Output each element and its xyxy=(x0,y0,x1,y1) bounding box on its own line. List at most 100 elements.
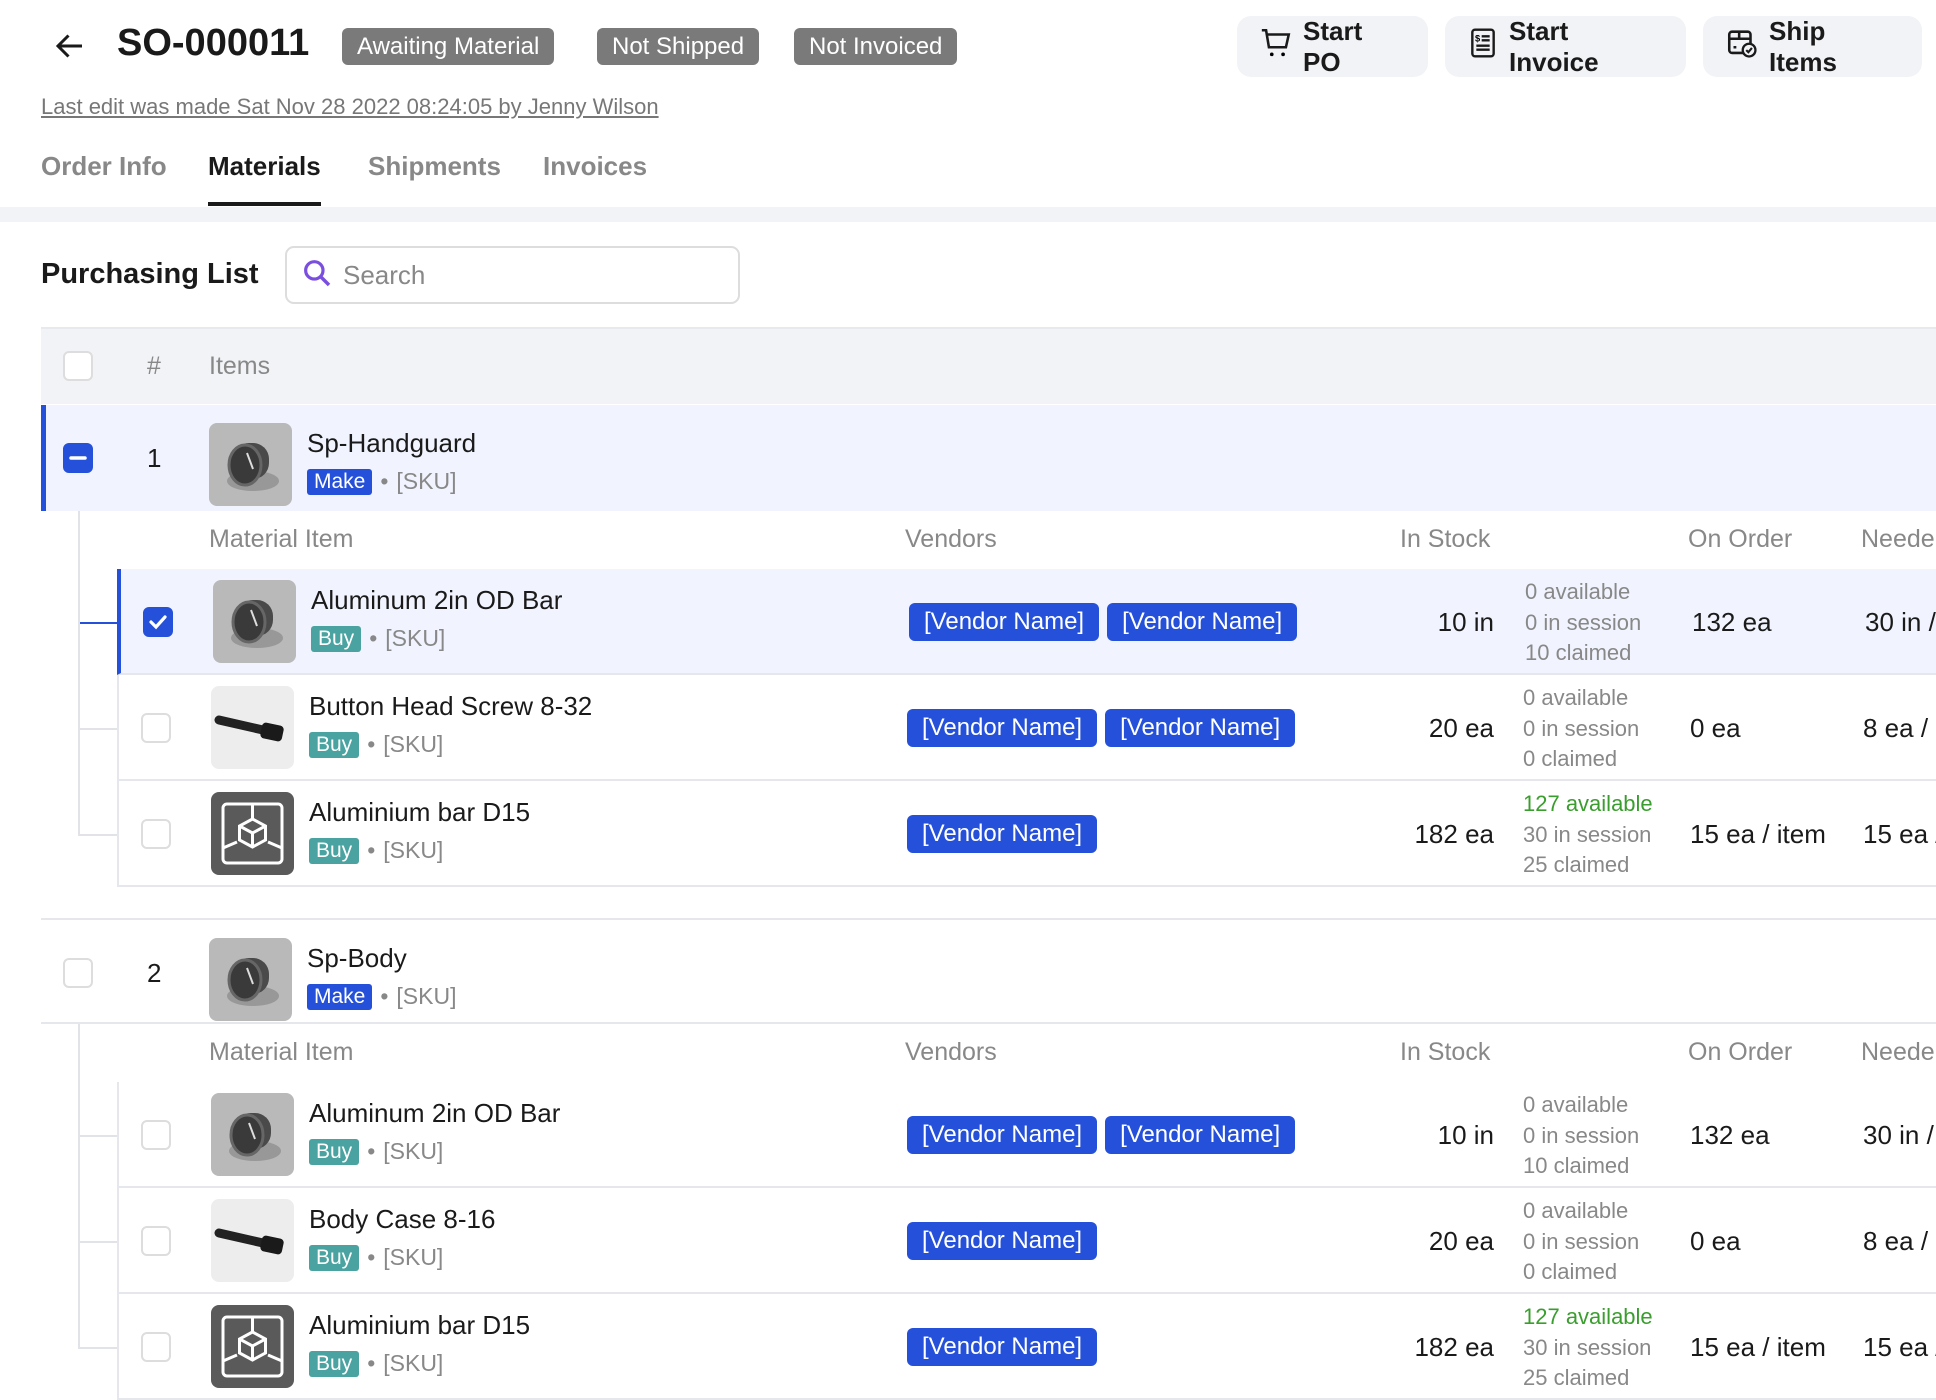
header-number: # xyxy=(147,352,161,381)
search-input[interactable] xyxy=(343,260,723,291)
tree-connector xyxy=(78,1241,117,1243)
row-number: 1 xyxy=(147,443,161,474)
item-thumbnail xyxy=(209,938,292,1021)
sub-header-on-order: On Order xyxy=(1688,1038,1792,1067)
item-name[interactable]: Aluminum 2in OD Bar xyxy=(311,585,562,616)
vendor-list: [Vendor Name][Vendor Name] xyxy=(907,1116,1295,1154)
vendor-tag[interactable]: [Vendor Name] xyxy=(909,603,1099,641)
vendor-tag[interactable]: [Vendor Name] xyxy=(907,1222,1097,1260)
divider xyxy=(0,207,1936,222)
material-row[interactable]: Aluminium bar D15Buy•[SKU][Vendor Name]1… xyxy=(117,781,1936,887)
tab-invoices[interactable]: Invoices xyxy=(543,151,647,206)
item-thumbnail xyxy=(213,580,296,663)
available-count: 127 available xyxy=(1523,789,1653,820)
material-row[interactable]: Aluminium bar D15 Buy•[SKU] [Vendor Name] 1… xyxy=(117,1294,1936,1400)
material-checkbox[interactable] xyxy=(141,819,171,849)
item-name[interactable]: Button Head Screw 8-32 xyxy=(309,691,592,722)
item-type-tag: Make xyxy=(307,984,372,1010)
separator-dot: • xyxy=(380,983,388,1010)
tree-connector xyxy=(78,834,117,836)
on-order-value: 0 ea xyxy=(1690,713,1741,744)
item-name[interactable]: Body Case 8-16 xyxy=(309,1204,495,1235)
stock-details: 127 available30 in session25 claimed xyxy=(1523,1302,1653,1394)
sub-header-vendors: Vendors xyxy=(905,1038,997,1067)
available-count: 0 available xyxy=(1523,1196,1639,1227)
vendor-list: [Vendor Name][Vendor Name] xyxy=(909,603,1297,641)
search-field[interactable] xyxy=(285,246,740,304)
tab-order-info[interactable]: Order Info xyxy=(41,151,167,206)
item-thumbnail xyxy=(211,1093,294,1176)
item-type-tag: Buy xyxy=(309,732,359,758)
item-type-tag: Buy xyxy=(309,1139,359,1165)
item-sku: [SKU] xyxy=(396,983,456,1010)
material-row[interactable]: Button Head Screw 8-32Buy•[SKU][Vendor N… xyxy=(117,675,1936,781)
tab-shipments[interactable]: Shipments xyxy=(368,151,501,206)
parent-row[interactable]: 1Sp-HandguardMake•[SKU] xyxy=(41,405,1936,511)
material-checkbox[interactable] xyxy=(141,1332,171,1362)
item-sku: [SKU] xyxy=(396,468,456,495)
vendor-list: [Vendor Name] xyxy=(907,815,1097,853)
purchasing-list-title: Purchasing List xyxy=(41,258,259,291)
separator-dot: • xyxy=(367,1244,375,1271)
material-checkbox[interactable] xyxy=(143,607,173,637)
status-badge-shipping: Not Shipped xyxy=(597,28,759,65)
item-meta: Make•[SKU] xyxy=(307,468,457,495)
back-arrow-icon[interactable] xyxy=(52,28,88,64)
item-meta: Buy•[SKU] xyxy=(309,1350,443,1377)
sub-header-in-stock: In Stock xyxy=(1400,525,1490,554)
start-invoice-button[interactable]: $ Start Invoice xyxy=(1445,16,1686,77)
in-session-count: 0 in session xyxy=(1525,608,1641,639)
stock-details: 0 available0 in session0 claimed xyxy=(1523,1196,1639,1288)
vendor-tag[interactable]: [Vendor Name] xyxy=(907,1328,1097,1366)
item-thumbnail xyxy=(211,792,294,875)
parent-row[interactable]: 2Sp-BodyMake•[SKU] xyxy=(41,918,1936,1024)
material-row[interactable]: Aluminum 2in OD Bar Buy•[SKU] [Vendor Name… xyxy=(117,569,1936,675)
tree-line xyxy=(78,1024,80,1347)
item-name[interactable]: Aluminium bar D15 xyxy=(309,797,530,828)
vendor-tag[interactable]: [Vendor Name] xyxy=(1105,1116,1295,1154)
available-count: 0 available xyxy=(1523,683,1639,714)
item-name[interactable]: Sp-Body xyxy=(307,943,407,974)
invoice-icon: $ xyxy=(1467,26,1499,67)
on-order-value: 132 ea xyxy=(1690,1120,1770,1151)
separator-dot: • xyxy=(380,468,388,495)
vendor-tag[interactable]: [Vendor Name] xyxy=(1107,603,1297,641)
vendor-tag[interactable]: [Vendor Name] xyxy=(907,709,1097,747)
last-edit-link[interactable]: Last edit was made Sat Nov 28 2022 08:24… xyxy=(41,94,659,120)
material-row[interactable]: Body Case 8-16Buy•[SKU][Vendor Name]20 e… xyxy=(117,1188,1936,1294)
item-thumbnail xyxy=(211,1199,294,1282)
start-po-label: Start PO xyxy=(1303,16,1406,78)
ship-items-label: Ship Items xyxy=(1769,16,1900,78)
item-meta: Buy•[SKU] xyxy=(309,1244,443,1271)
ship-items-button[interactable]: Ship Items xyxy=(1703,16,1922,77)
sub-header-in-stock: In Stock xyxy=(1400,1038,1490,1067)
status-badge-material: Awaiting Material xyxy=(342,28,554,65)
vendor-tag[interactable]: [Vendor Name] xyxy=(907,1116,1097,1154)
separator-dot: • xyxy=(369,625,377,652)
material-row[interactable]: Aluminum 2in OD BarBuy•[SKU][Vendor Name… xyxy=(117,1082,1936,1188)
sub-header-vendors: Vendors xyxy=(905,525,997,554)
tab-materials[interactable]: Materials xyxy=(208,151,321,206)
vendor-tag[interactable]: [Vendor Name] xyxy=(1105,709,1295,747)
material-checkbox[interactable] xyxy=(141,1120,171,1150)
available-count: 0 available xyxy=(1525,577,1641,608)
material-checkbox[interactable] xyxy=(141,713,171,743)
item-sku: [SKU] xyxy=(383,1350,443,1377)
item-name[interactable]: Aluminium bar D15 xyxy=(309,1310,530,1341)
sub-header-needed: Neede xyxy=(1861,525,1935,554)
row-checkbox[interactable] xyxy=(63,958,93,988)
vendor-tag[interactable]: [Vendor Name] xyxy=(907,815,1097,853)
item-name[interactable]: Aluminum 2in OD Bar xyxy=(309,1098,560,1129)
select-all-checkbox[interactable] xyxy=(63,351,93,381)
claimed-count: 0 claimed xyxy=(1523,744,1639,775)
item-meta: Buy•[SKU] xyxy=(311,625,445,652)
item-name[interactable]: Sp-Handguard xyxy=(307,428,476,459)
search-icon xyxy=(301,257,333,294)
in-stock-value: 182 ea xyxy=(1414,1332,1494,1363)
row-checkbox[interactable] xyxy=(63,443,93,473)
start-po-button[interactable]: Start PO xyxy=(1237,16,1428,77)
material-checkbox[interactable] xyxy=(141,1226,171,1256)
stock-details: 127 available30 in session25 claimed xyxy=(1523,789,1653,881)
on-order-value: 15 ea / item xyxy=(1690,1332,1826,1363)
item-sku: [SKU] xyxy=(383,731,443,758)
